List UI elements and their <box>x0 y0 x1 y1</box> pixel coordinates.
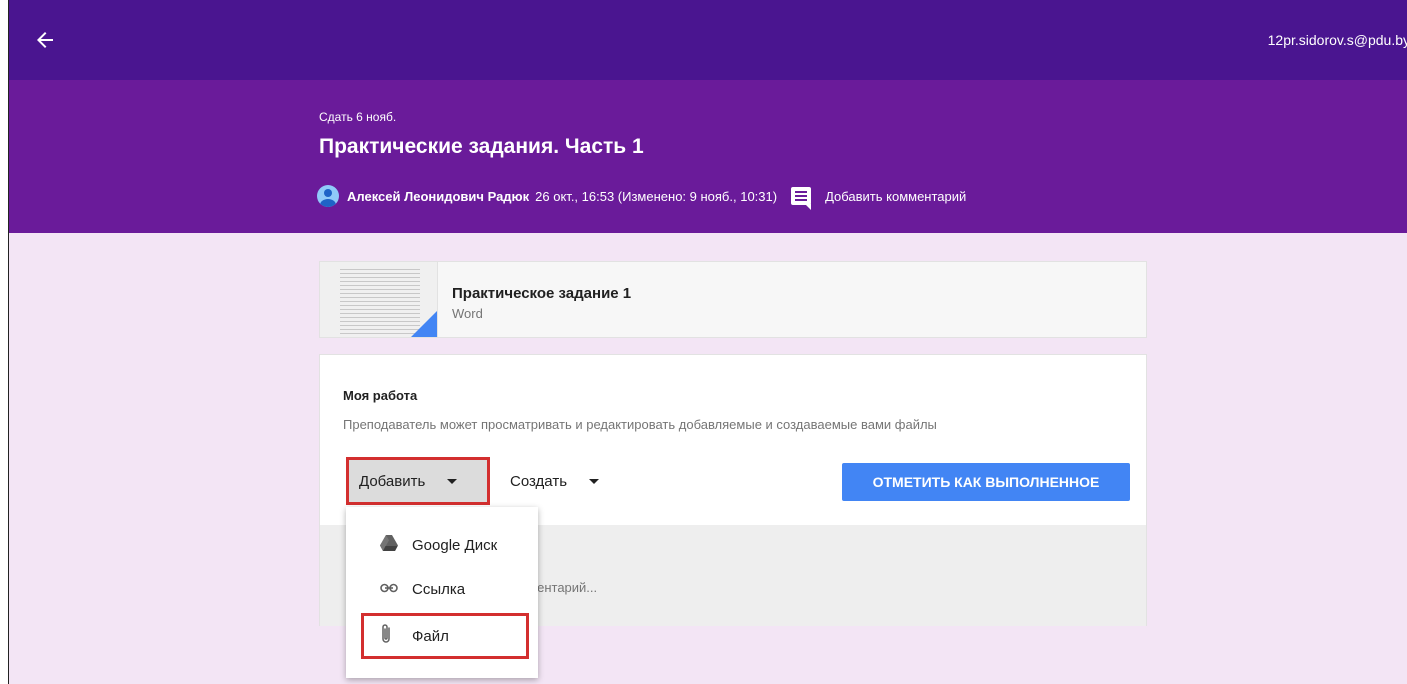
back-arrow-icon[interactable] <box>33 28 57 52</box>
attachment-type: Word <box>452 306 483 321</box>
my-work-description: Преподаватель может просматривать и реда… <box>343 417 937 432</box>
my-work-title: Моя работа <box>343 388 418 403</box>
menu-item-label: Ссылка <box>412 580 466 598</box>
create-button-label: Создать <box>510 472 568 490</box>
paperclip-icon <box>380 623 392 650</box>
document-thumbnail <box>320 262 438 337</box>
author-name: Алексей Леонидович Радюк <box>347 188 530 204</box>
menu-item-label: Файл <box>412 627 449 645</box>
assignment-header: Сдать 6 нояб. Практические задания. Част… <box>9 80 1407 233</box>
mark-done-button[interactable]: ОТМЕТИТЬ КАК ВЫПОЛНЕННОЕ <box>842 463 1130 501</box>
link-icon <box>380 580 398 598</box>
add-dropdown-menu: Google Диск Ссылка Файл <box>346 507 538 678</box>
chevron-down-icon <box>589 478 600 484</box>
add-button[interactable]: Добавить <box>346 457 490 505</box>
add-comment-link[interactable]: Добавить комментарий <box>791 187 967 210</box>
post-date: 26 окт., 16:53 (Изменено: 9 нояб., 10:31… <box>535 188 778 204</box>
assignment-meta: Алексей Леонидович Радюк 26 окт., 16:53 … <box>317 184 967 210</box>
google-drive-icon <box>380 534 398 556</box>
menu-item-file[interactable]: Файл <box>361 613 529 659</box>
top-bar: 12pr.sidorov.s@pdu.by <box>9 0 1407 80</box>
avatar <box>317 185 339 207</box>
attachment-card[interactable]: Практическое задание 1 Word <box>319 261 1147 338</box>
word-corner-icon <box>411 311 437 337</box>
menu-item-google-drive[interactable]: Google Диск <box>346 523 538 567</box>
chevron-down-icon <box>447 478 458 484</box>
comment-icon <box>791 187 812 210</box>
page-frame: 12pr.sidorov.s@pdu.by Сдать 6 нояб. Прак… <box>8 0 1407 684</box>
attachment-title: Практическое задание 1 <box>452 285 632 302</box>
add-button-label: Добавить <box>359 472 426 490</box>
assignment-title: Практические задания. Часть 1 <box>319 135 644 158</box>
due-date: Сдать 6 нояб. <box>319 110 397 124</box>
menu-item-label: Google Диск <box>412 536 498 554</box>
user-email[interactable]: 12pr.sidorov.s@pdu.by <box>1268 32 1407 48</box>
create-button[interactable]: Создать <box>510 457 600 505</box>
add-comment-label: Добавить комментарий <box>825 188 967 204</box>
menu-item-link[interactable]: Ссылка <box>346 567 538 611</box>
